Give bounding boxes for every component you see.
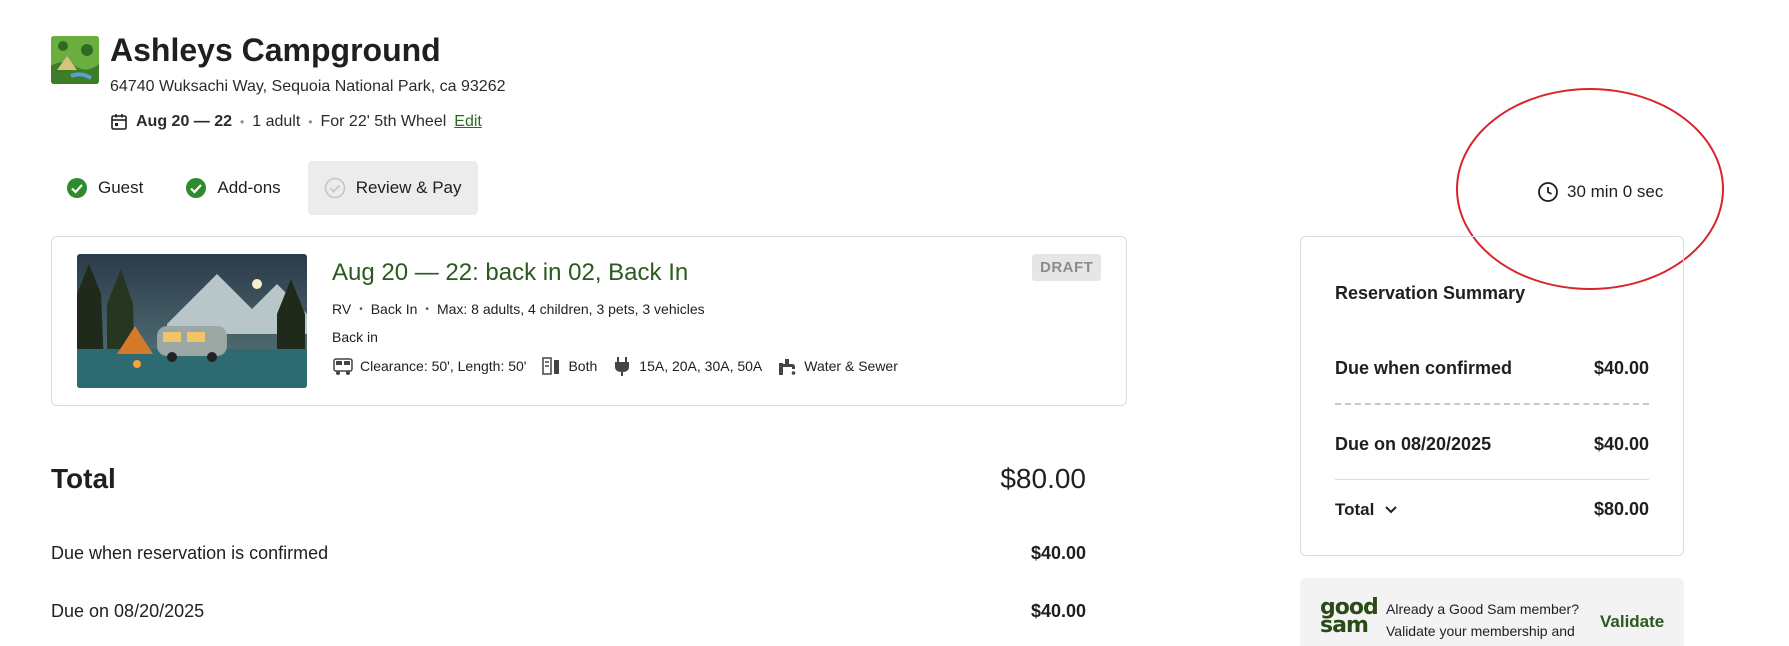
amenity-utilities-label: Water & Sewer (804, 358, 898, 374)
campground-address: 64740 Wuksachi Way, Sequoia National Par… (110, 78, 506, 95)
edit-trip-link[interactable]: Edit (454, 113, 482, 131)
water-faucet-icon (779, 359, 796, 375)
step-add-ons[interactable]: Add-ons (170, 161, 295, 215)
due-confirmed-value: $40.00 (1030, 543, 1086, 563)
total-value: $80.00 (1000, 463, 1086, 494)
total-label: Total (51, 463, 116, 494)
good-sam-banner: good sam Already a Good Sam member? Vali… (1300, 578, 1684, 646)
summary-total-toggle[interactable]: Total (1335, 500, 1398, 520)
site-style: Back In (370, 301, 418, 317)
reservation-summary: Reservation Summary Due when confirmed $… (1300, 236, 1684, 556)
dashed-divider (1335, 403, 1649, 405)
step-label: Add-ons (217, 178, 281, 197)
site-card: Aug 20 — 22: back in 02, Back In DRAFT R… (51, 236, 1127, 406)
separator-dot: • (308, 115, 313, 129)
site-max: Max: 8 adults, 4 children, 3 pets, 3 veh… (436, 301, 705, 317)
amenity-electric: 15A, 20A, 30A, 50A (611, 355, 762, 377)
reservation-timer: 30 min 0 sec (1537, 181, 1663, 203)
check-circle-outline-icon (324, 177, 345, 199)
due-confirmed-label: Due when reservation is confirmed (51, 543, 329, 563)
summary-title: Reservation Summary (1335, 283, 1526, 303)
step-guest[interactable]: Guest (51, 161, 158, 215)
step-review-pay[interactable]: Review & Pay (307, 161, 478, 215)
summary-due-confirmed-value: $40.00 (1593, 358, 1649, 378)
trip-dates: Aug 20 — 22 (136, 113, 233, 130)
trip-details: Aug 20 — 22 • 1 adult • For 22' 5th Whee… (110, 113, 482, 131)
campground-logo (51, 36, 99, 84)
good-sam-logo: good sam (1320, 595, 1379, 638)
timer-text: 30 min 0 sec (1567, 182, 1664, 201)
site-amenities: Clearance: 50', Length: 50' Both 15A, 20… (332, 355, 904, 377)
check-circle-icon (67, 178, 87, 198)
clock-icon (1538, 182, 1558, 202)
trip-vehicle: For 22' 5th Wheel (320, 113, 447, 130)
calendar-icon (111, 114, 127, 130)
page-title: Ashleys Campground (110, 32, 441, 68)
due-on-date-row: Due on 08/20/2025 $40.00 (51, 601, 1086, 622)
step-label: Review & Pay (355, 178, 462, 197)
site-subtitle: Back in (332, 329, 378, 345)
amenity-hookup-side-label: Both (568, 358, 598, 374)
site-image (77, 254, 307, 388)
summary-total-label: Total (1335, 499, 1375, 519)
checkout-steps: Guest Add-ons Review & Pay (51, 161, 490, 215)
status-badge: DRAFT (1032, 254, 1102, 281)
total-row: Total $80.00 (51, 463, 1086, 495)
due-on-date-value: $40.00 (1030, 601, 1086, 621)
amenity-clearance: Clearance: 50', Length: 50' (332, 355, 526, 377)
site-meta: RV • Back In • Max: 8 adults, 4 children… (332, 301, 705, 317)
summary-due-confirmed-label: Due when confirmed (1335, 358, 1513, 378)
electric-plug-icon (615, 357, 630, 376)
summary-due-confirmed: Due when confirmed $40.00 (1335, 358, 1649, 379)
summary-due-on: Due on 08/20/2025 $40.00 (1335, 434, 1649, 455)
site-type: RV (332, 301, 352, 317)
check-circle-icon (186, 178, 207, 198)
step-label: Guest (98, 178, 144, 197)
summary-total[interactable]: Total $80.00 (1335, 499, 1649, 520)
amenity-clearance-label: Clearance: 50', Length: 50' (360, 358, 527, 374)
amenity-electric-label: 15A, 20A, 30A, 50A (639, 358, 763, 374)
site-title[interactable]: Aug 20 — 22: back in 02, Back In (332, 259, 688, 287)
due-confirmed-row: Due when reservation is confirmed $40.00 (51, 543, 1086, 564)
chevron-down-icon (1385, 505, 1398, 513)
separator-dot: • (240, 115, 245, 129)
divider (1335, 479, 1649, 480)
good-sam-text: Already a Good Sam member? Validate your… (1386, 601, 1579, 646)
separator-dot: • (359, 303, 363, 315)
due-on-date-label: Due on 08/20/2025 (51, 601, 205, 621)
validate-button[interactable]: Validate (1600, 612, 1664, 632)
trip-guests: 1 adult (252, 113, 301, 130)
amenity-hookup-side: Both (540, 355, 597, 377)
summary-total-value: $80.00 (1593, 499, 1649, 519)
separator-dot: • (425, 303, 429, 315)
hookup-side-icon (542, 357, 560, 375)
rv-icon (333, 358, 353, 375)
amenity-utilities: Water & Sewer (776, 355, 898, 377)
summary-due-on-label: Due on 08/20/2025 (1335, 434, 1492, 454)
summary-due-on-value: $40.00 (1593, 434, 1649, 454)
